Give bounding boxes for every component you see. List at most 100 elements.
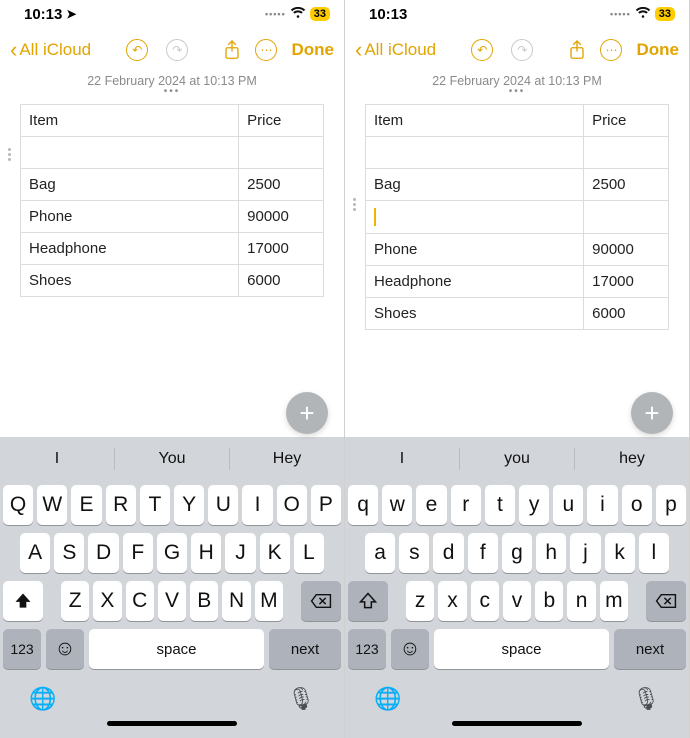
table-cell[interactable]	[366, 137, 584, 169]
done-button[interactable]: Done	[636, 40, 679, 60]
key-n[interactable]: n	[567, 581, 595, 621]
table-cell[interactable]	[239, 137, 324, 169]
key-e[interactable]: e	[416, 485, 446, 525]
home-indicator[interactable]	[107, 721, 237, 726]
key-y[interactable]: y	[519, 485, 549, 525]
more-button[interactable]: ⋯	[255, 39, 277, 61]
key-v[interactable]: V	[158, 581, 186, 621]
table-cell[interactable]: 17000	[584, 266, 669, 298]
key-p[interactable]: P	[311, 485, 341, 525]
share-button[interactable]	[223, 39, 241, 61]
table-cell[interactable]: Phone	[21, 201, 239, 233]
table-cell[interactable]: 2500	[584, 169, 669, 201]
note-table[interactable]: ItemPrice Bag2500 Phone90000Headphone17000…	[365, 104, 669, 330]
table-cell[interactable]	[366, 201, 584, 234]
note-table[interactable]: ItemPriceBag2500Phone90000Headphone17000…	[20, 104, 324, 297]
table-row[interactable]: Shoes6000	[21, 265, 324, 297]
backspace-key[interactable]	[301, 581, 341, 621]
key-g[interactable]: g	[502, 533, 532, 573]
key-u[interactable]: U	[208, 485, 238, 525]
table-row[interactable]: ItemPrice	[21, 105, 324, 137]
table-cell[interactable]: 6000	[584, 298, 669, 330]
key-y[interactable]: Y	[174, 485, 204, 525]
done-button[interactable]: Done	[291, 40, 334, 60]
table-cell[interactable]: 90000	[584, 234, 669, 266]
table-row[interactable]	[366, 201, 669, 234]
space-key[interactable]: space	[89, 629, 264, 669]
key-d[interactable]: D	[88, 533, 118, 573]
key-x[interactable]: x	[438, 581, 466, 621]
emoji-key[interactable]: ☺	[46, 629, 84, 669]
home-indicator[interactable]	[452, 721, 582, 726]
key-c[interactable]: C	[126, 581, 154, 621]
key-m[interactable]: M	[255, 581, 283, 621]
table-row[interactable]: Headphone17000	[21, 233, 324, 265]
mic-icon[interactable]: 🎙	[632, 686, 660, 712]
key-s[interactable]: S	[54, 533, 84, 573]
key-t[interactable]: T	[140, 485, 170, 525]
backspace-key[interactable]	[646, 581, 686, 621]
table-cell[interactable]: Phone	[366, 234, 584, 266]
key-w[interactable]: W	[37, 485, 67, 525]
numeric-key[interactable]: 123	[348, 629, 386, 669]
key-k[interactable]: k	[605, 533, 635, 573]
suggestion-word[interactable]: I	[0, 450, 114, 468]
table-row[interactable]: Phone90000	[366, 234, 669, 266]
key-r[interactable]: r	[451, 485, 481, 525]
table-cell[interactable]: 2500	[239, 169, 324, 201]
key-n[interactable]: N	[222, 581, 250, 621]
suggestion-word[interactable]: You	[115, 450, 229, 468]
emoji-key[interactable]: ☺	[391, 629, 429, 669]
key-s[interactable]: s	[399, 533, 429, 573]
space-key[interactable]: space	[434, 629, 609, 669]
mic-icon[interactable]: 🎙	[287, 686, 315, 712]
add-button[interactable]: +	[631, 392, 673, 434]
table-cell[interactable]	[584, 137, 669, 169]
suggestion-word[interactable]: hey	[575, 450, 689, 468]
key-a[interactable]: A	[20, 533, 50, 573]
key-r[interactable]: R	[106, 485, 136, 525]
key-l[interactable]: l	[639, 533, 669, 573]
key-v[interactable]: v	[503, 581, 531, 621]
share-button[interactable]	[568, 39, 586, 61]
table-cell[interactable]	[21, 137, 239, 169]
table-row[interactable]: Bag2500	[366, 169, 669, 201]
add-button[interactable]: +	[286, 392, 328, 434]
table-cell[interactable]: Headphone	[21, 233, 239, 265]
next-key[interactable]: next	[269, 629, 341, 669]
undo-button[interactable]: ↶	[126, 39, 148, 61]
table-cell[interactable]: 17000	[239, 233, 324, 265]
key-a[interactable]: a	[365, 533, 395, 573]
suggestion-word[interactable]: you	[460, 450, 574, 468]
note-menu-dots[interactable]: •••	[0, 88, 344, 96]
key-i[interactable]: I	[242, 485, 272, 525]
shift-key[interactable]	[348, 581, 388, 621]
table-cell[interactable]: Price	[584, 105, 669, 137]
table-cell[interactable]: Item	[21, 105, 239, 137]
back-button[interactable]: ‹All iCloud	[10, 39, 91, 61]
table-row[interactable]: Phone90000	[21, 201, 324, 233]
shift-key[interactable]	[3, 581, 43, 621]
key-f[interactable]: F	[123, 533, 153, 573]
key-l[interactable]: L	[294, 533, 324, 573]
key-o[interactable]: O	[277, 485, 307, 525]
key-h[interactable]: H	[191, 533, 221, 573]
suggestion-word[interactable]: Hey	[230, 450, 344, 468]
key-c[interactable]: c	[471, 581, 499, 621]
key-o[interactable]: o	[622, 485, 652, 525]
table-row[interactable]: Headphone17000	[366, 266, 669, 298]
more-button[interactable]: ⋯	[600, 39, 622, 61]
key-k[interactable]: K	[260, 533, 290, 573]
key-e[interactable]: E	[71, 485, 101, 525]
key-i[interactable]: i	[587, 485, 617, 525]
key-h[interactable]: h	[536, 533, 566, 573]
globe-icon[interactable]: 🌐	[29, 686, 56, 712]
next-key[interactable]: next	[614, 629, 686, 669]
note-menu-dots[interactable]: •••	[345, 88, 689, 96]
key-j[interactable]: J	[225, 533, 255, 573]
key-t[interactable]: t	[485, 485, 515, 525]
table-cell[interactable]: 6000	[239, 265, 324, 297]
table-row[interactable]: ItemPrice	[366, 105, 669, 137]
key-u[interactable]: u	[553, 485, 583, 525]
key-m[interactable]: m	[600, 581, 628, 621]
